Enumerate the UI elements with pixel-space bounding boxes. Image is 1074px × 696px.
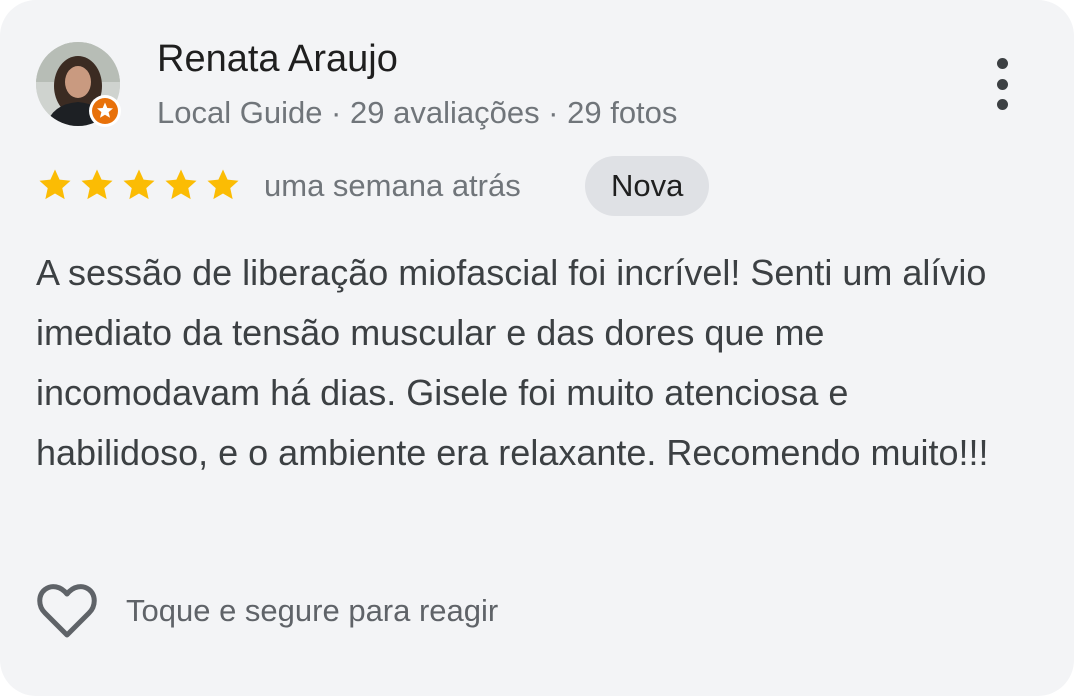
react-hint: Toque e segure para reagir xyxy=(126,593,499,628)
star-icon xyxy=(123,169,155,200)
more-vertical-icon xyxy=(996,58,1008,69)
review-card: Renata Araujo Local Guide · 29 avaliaçõe… xyxy=(0,0,1074,696)
review-text: A sessão de liberação miofascial foi inc… xyxy=(36,252,989,473)
review-date: uma semana atrás xyxy=(264,168,521,203)
new-badge: Nova xyxy=(585,156,710,216)
react-button[interactable]: Toque e segure para reagir xyxy=(36,582,498,640)
local-guide-badge-icon xyxy=(89,95,121,127)
star-icon xyxy=(165,169,197,200)
star-icon xyxy=(207,169,239,200)
star-icon xyxy=(81,169,113,200)
reviewer-meta: Local Guide · 29 avaliações · 29 fotos xyxy=(157,95,678,130)
star-rating xyxy=(36,166,242,204)
reviewer-avatar[interactable] xyxy=(36,42,121,127)
more-vertical-icon-dot xyxy=(996,78,1008,90)
heart-outline-icon xyxy=(37,584,97,638)
more-options-button[interactable] xyxy=(980,52,1024,116)
more-vertical-icon-dot xyxy=(996,99,1008,110)
reviewer-name[interactable]: Renata Araujo xyxy=(157,38,398,81)
star-icon xyxy=(39,169,71,200)
